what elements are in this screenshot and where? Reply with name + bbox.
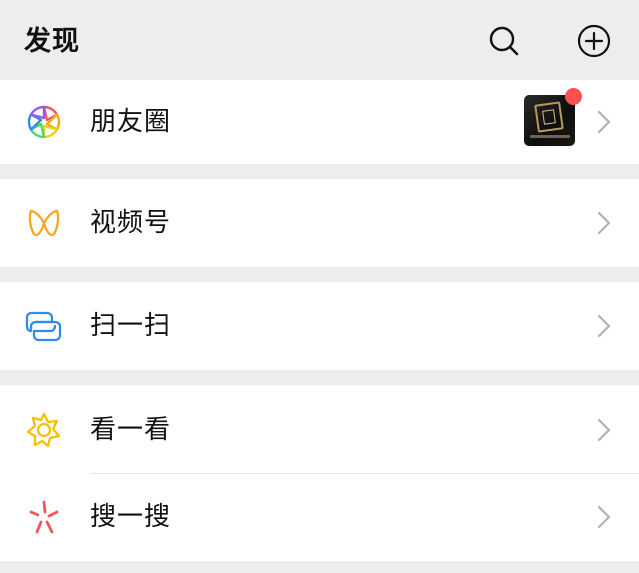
chevron-right-icon (597, 505, 611, 529)
chevron-right-icon (597, 211, 611, 235)
chevron-right-icon (597, 110, 611, 134)
menu-item-top-stories[interactable]: 看一看 (0, 385, 639, 474)
menu-item-moments[interactable]: 朋友圈 (0, 80, 639, 164)
chevron-right-icon (597, 314, 611, 338)
search-button[interactable] (486, 23, 522, 59)
channels-section: 视频号 (0, 179, 639, 267)
menu-item-channels[interactable]: 视频号 (0, 179, 639, 267)
plus-circle-icon (577, 24, 611, 58)
top-bar: 发现 (0, 0, 639, 80)
menu-item-label: 视频号 (90, 208, 172, 238)
moments-section: 朋友圈 (0, 80, 639, 164)
search-sparkle-icon (25, 499, 63, 537)
add-button[interactable] (576, 23, 612, 59)
discover-section: 看一看 搜一搜 (0, 385, 639, 561)
menu-item-search[interactable]: 搜一搜 (0, 474, 639, 561)
search-icon (489, 26, 519, 56)
scan-section: 扫一扫 (0, 282, 639, 370)
page-title: 发现 (24, 26, 80, 57)
top-stories-icon (25, 411, 63, 449)
menu-item-label: 搜一搜 (90, 502, 172, 532)
menu-item-label: 朋友圈 (90, 107, 172, 137)
chevron-right-icon (597, 418, 611, 442)
menu-item-label: 看一看 (90, 415, 172, 445)
menu-item-scan[interactable]: 扫一扫 (0, 282, 639, 370)
menu-item-label: 扫一扫 (90, 311, 172, 341)
scan-icon (25, 307, 63, 345)
unread-dot-badge (565, 88, 582, 105)
moments-aperture-icon (25, 103, 63, 141)
channels-icon (25, 204, 63, 242)
